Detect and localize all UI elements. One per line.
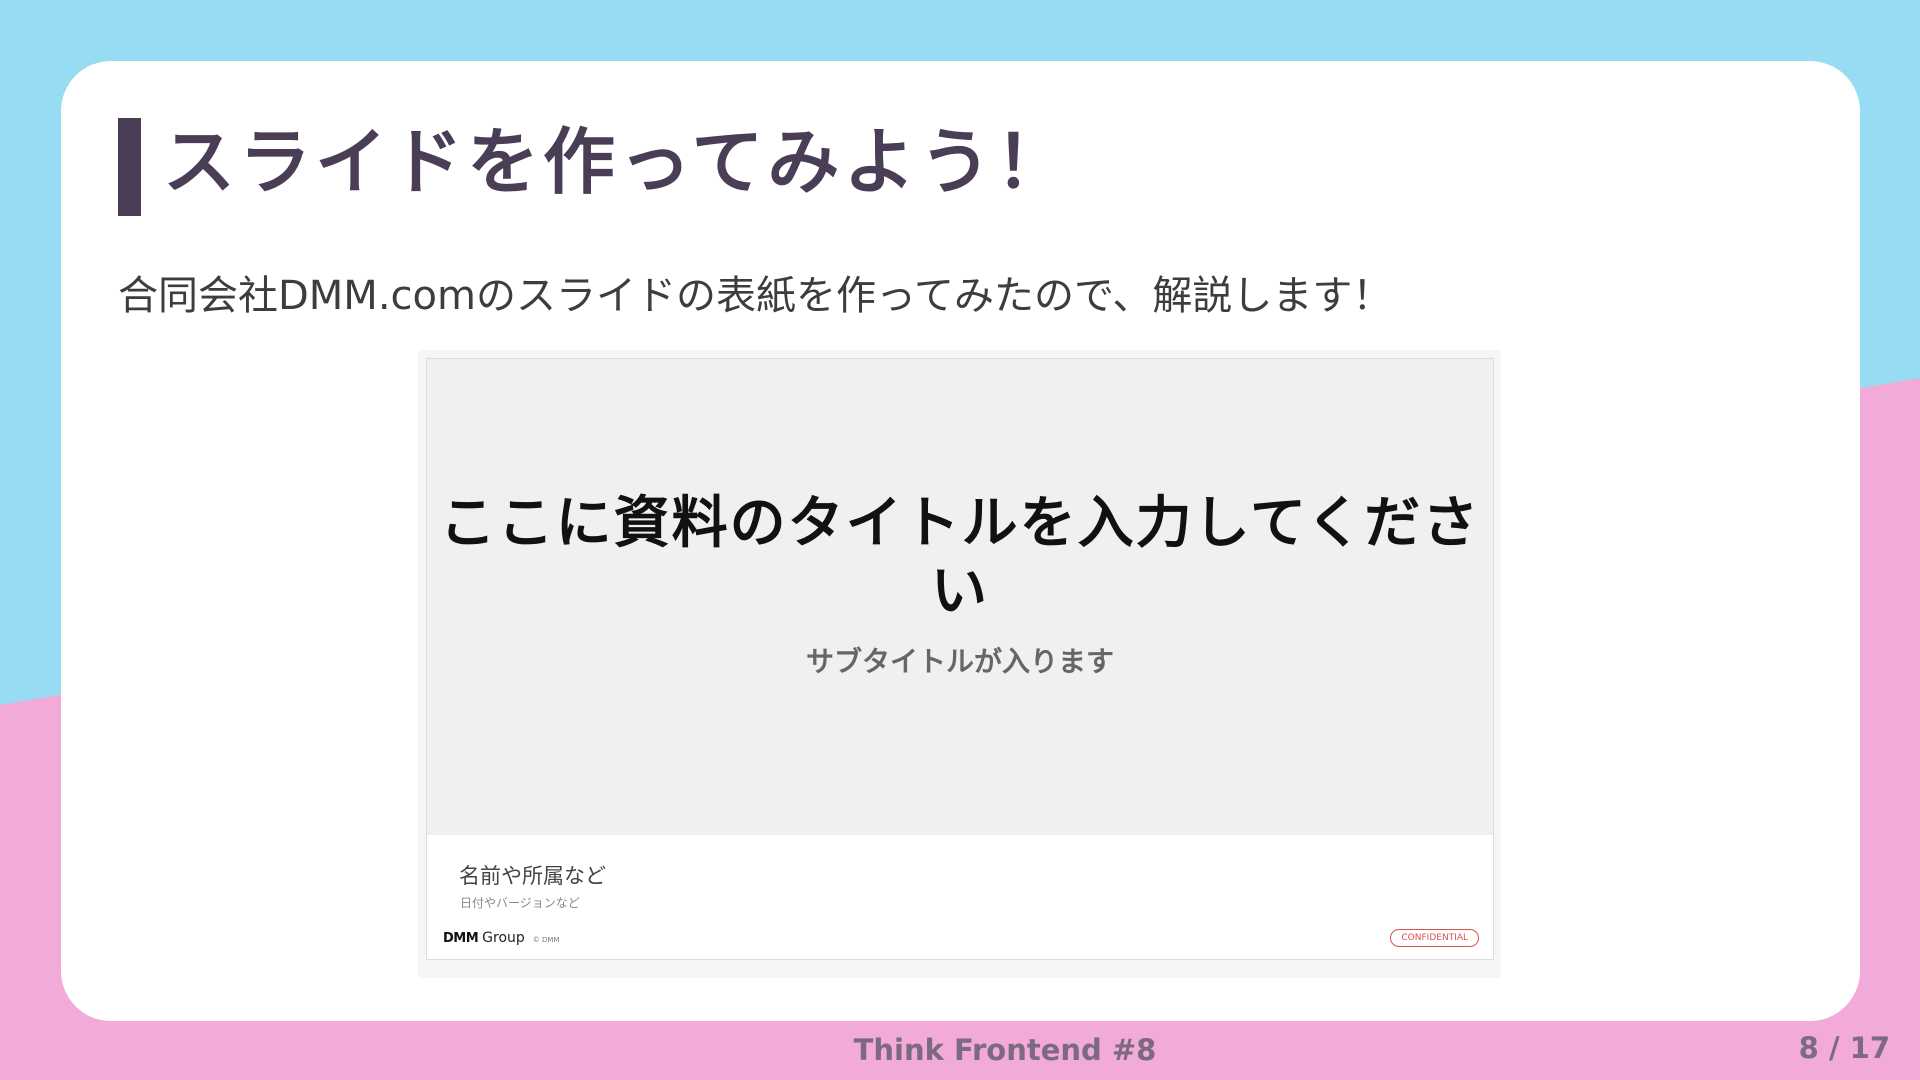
slide-title: スライドを作ってみよう！ — [163, 120, 1072, 204]
footer-event-name: Think Frontend #8 — [853, 1033, 1157, 1067]
title-accent-bar — [118, 118, 141, 216]
slide-lead-text: 合同会社DMM.comのスライドの表紙を作ってみたので、解説します！ — [118, 273, 1393, 319]
dmm-logo-mark: DMM — [443, 931, 479, 946]
dmm-logo-word: Group — [482, 930, 525, 946]
cover-date-version: 日付やバージョンなど — [460, 896, 580, 910]
page-number: 8 / 17 — [1798, 1031, 1890, 1065]
cover-slide-preview: ここに資料のタイトルを入力してください サブタイトルが入ります 名前や所属など … — [426, 358, 1494, 960]
dmm-group-logo: DMM Group © DMM — [443, 930, 560, 946]
copyright-text: © DMM — [532, 936, 560, 944]
cover-title: ここに資料のタイトルを入力してください — [439, 491, 1481, 624]
confidential-badge: CONFIDENTIAL — [1390, 929, 1479, 947]
cover-subtitle: サブタイトルが入ります — [805, 645, 1114, 678]
cover-author: 名前や所属など — [459, 864, 606, 888]
cover-title-area: ここに資料のタイトルを入力してください サブタイトルが入ります — [427, 359, 1493, 835]
